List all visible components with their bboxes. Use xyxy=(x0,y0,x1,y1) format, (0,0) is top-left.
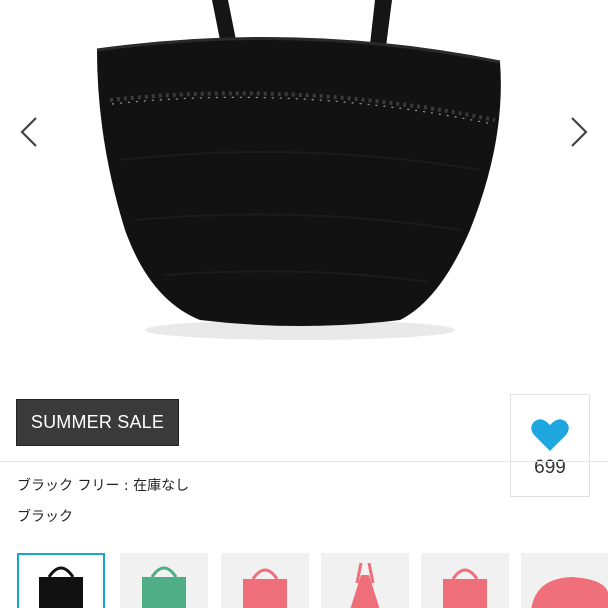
pink-tote-side-image xyxy=(350,562,380,608)
stock-status: ブラック フリー : 在庫なし xyxy=(17,478,190,494)
sale-badge: SUMMER SALE xyxy=(16,399,179,446)
chevron-right-icon xyxy=(571,117,588,147)
selected-color-label: ブラック xyxy=(17,509,73,525)
thumbnail-pink-tote-side[interactable] xyxy=(321,553,409,608)
next-image-button[interactable] xyxy=(562,112,596,152)
product-image-carousel[interactable] xyxy=(0,0,608,365)
black-tote-image xyxy=(39,566,83,608)
heart-icon xyxy=(531,419,569,451)
favorite-button[interactable]: 699 xyxy=(510,394,590,497)
chevron-left-icon xyxy=(20,117,37,147)
pink-hat-image xyxy=(531,577,608,608)
thumbnail-green-tote[interactable] xyxy=(120,553,208,608)
section-divider xyxy=(0,461,608,462)
pink-tote-front-image xyxy=(443,568,487,608)
product-image xyxy=(96,0,501,340)
thumbnail-pink-hat[interactable] xyxy=(521,553,608,608)
green-tote-image xyxy=(142,566,186,608)
pink-tote-image xyxy=(243,568,287,608)
thumbnail-pink-tote-front[interactable] xyxy=(421,553,509,608)
thumbnail-pink-tote[interactable] xyxy=(221,553,309,608)
thumbnail-black-tote[interactable] xyxy=(17,553,105,608)
previous-image-button[interactable] xyxy=(12,112,46,152)
